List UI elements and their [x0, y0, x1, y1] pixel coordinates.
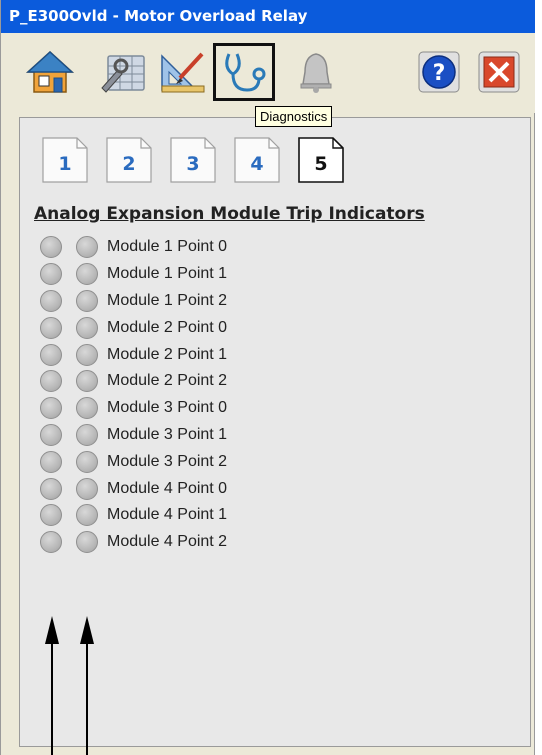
callout-arrows	[45, 616, 94, 755]
